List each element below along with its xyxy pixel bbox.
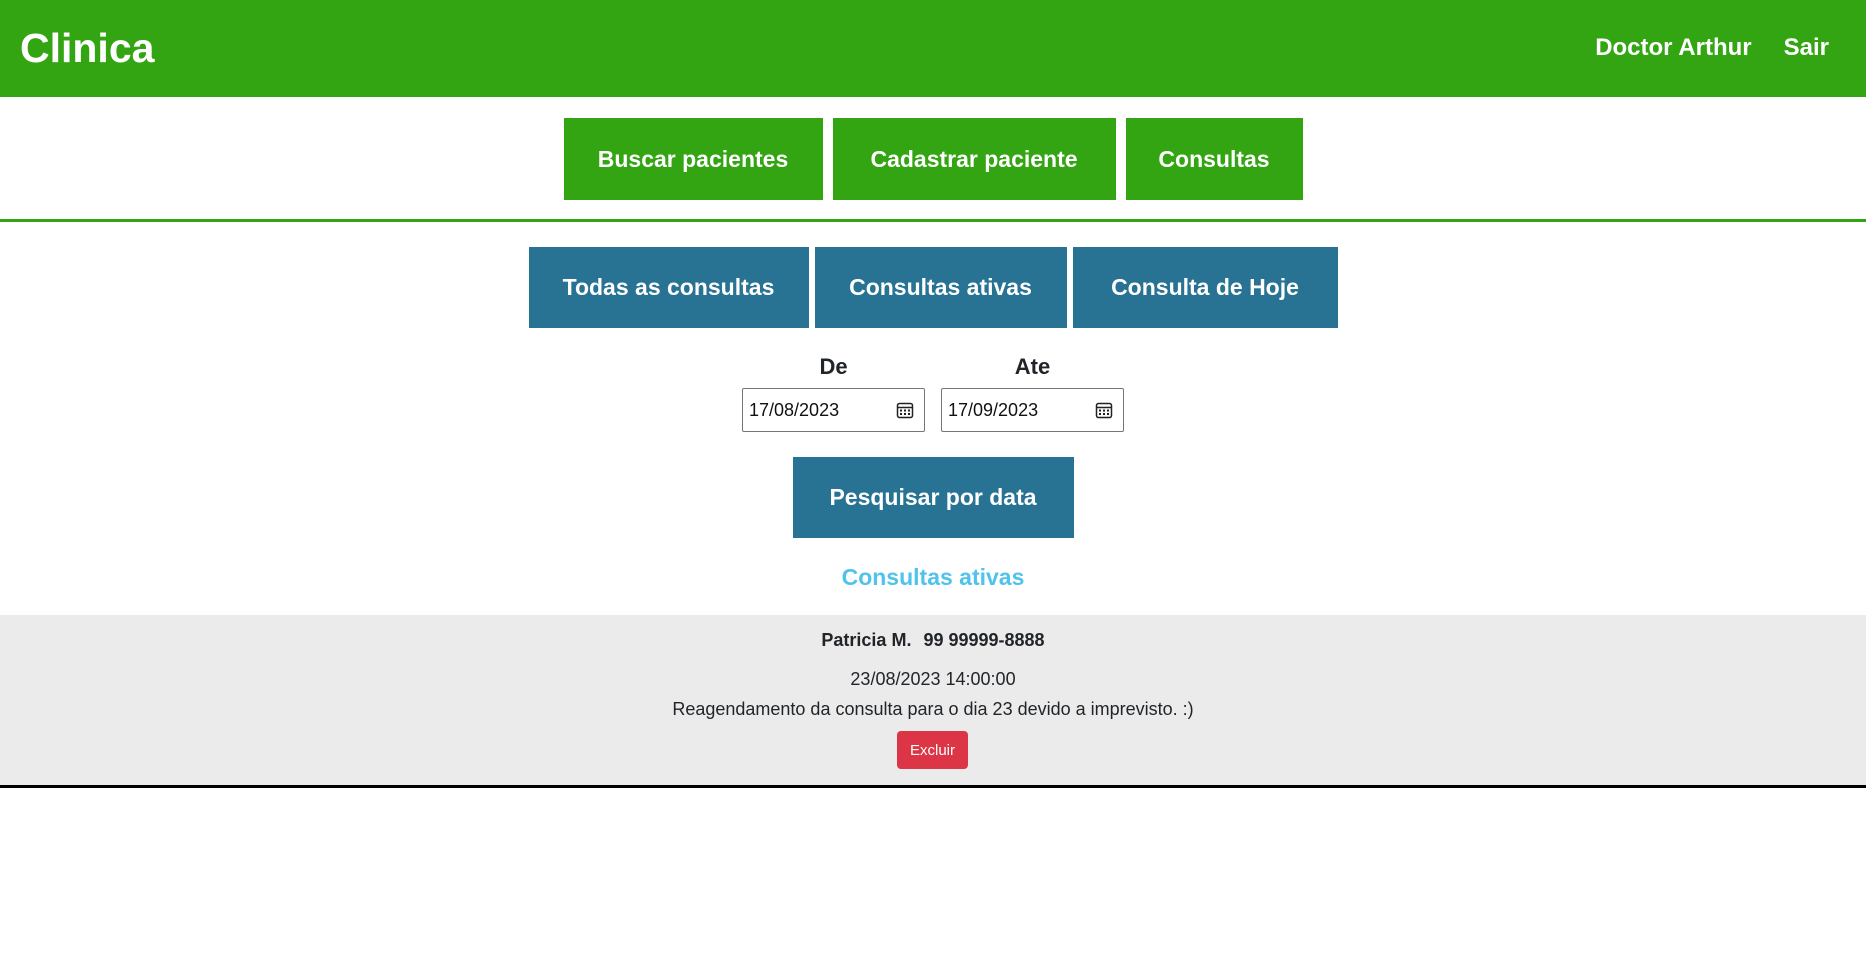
- section-title: Consultas ativas: [841, 564, 1025, 590]
- brand-logo[interactable]: Clinica: [20, 24, 154, 72]
- top-navbar: Clinica Doctor Arthur Sair: [0, 0, 1866, 97]
- search-by-date-button[interactable]: Pesquisar por data: [792, 457, 1074, 538]
- today-appointments-button[interactable]: Consulta de Hoje: [1072, 247, 1338, 328]
- search-patients-button[interactable]: Buscar pacientes: [563, 118, 823, 200]
- user-nav: Doctor Arthur Sair: [1595, 33, 1829, 63]
- appointment-note: Reagendamento da consulta para o dia 23 …: [672, 699, 1194, 719]
- all-appointments-button[interactable]: Todas as consultas: [528, 247, 809, 328]
- calendar-icon[interactable]: [1095, 401, 1113, 419]
- main-nav: Buscar pacientes Cadastrar paciente Cons…: [0, 118, 1866, 200]
- date-range: De 17/08/2023 Ate 17/09/2023: [0, 352, 1866, 432]
- register-patient-button[interactable]: Cadastrar paciente: [832, 118, 1116, 200]
- patient-phone: 99 99999-8888: [923, 630, 1045, 650]
- to-date-group: Ate 17/09/2023: [941, 352, 1124, 432]
- nav-divider: [0, 219, 1866, 222]
- active-appointments-button[interactable]: Consultas ativas: [814, 247, 1067, 328]
- date-search-wrap: Pesquisar por data: [0, 457, 1866, 538]
- to-date-value: 17/09/2023: [948, 399, 1039, 420]
- appointment-list: Patricia M. 99 99999-8888 23/08/2023 14:0…: [0, 615, 1866, 788]
- appointment-filters: Todas as consultas Consultas ativas Cons…: [0, 247, 1866, 328]
- appointment-datetime: 23/08/2023 14:00:00: [850, 669, 1016, 689]
- delete-button[interactable]: Excluir: [897, 731, 968, 769]
- from-date-value: 17/08/2023: [749, 399, 840, 420]
- patient-name: Patricia M.: [821, 630, 912, 650]
- from-date-input[interactable]: 17/08/2023: [742, 388, 925, 432]
- user-name-link[interactable]: Doctor Arthur: [1595, 33, 1751, 63]
- from-date-group: De 17/08/2023: [742, 352, 925, 432]
- to-date-input[interactable]: 17/09/2023: [941, 388, 1124, 432]
- to-date-label: Ate: [1014, 354, 1051, 379]
- calendar-icon[interactable]: [896, 401, 914, 419]
- appointment-header: Patricia M. 99 99999-8888: [0, 628, 1866, 652]
- logout-link[interactable]: Sair: [1784, 33, 1829, 63]
- from-date-label: De: [819, 354, 848, 379]
- appointment-card: Patricia M. 99 99999-8888 23/08/2023 14:0…: [0, 615, 1866, 788]
- appointments-button[interactable]: Consultas: [1125, 118, 1303, 200]
